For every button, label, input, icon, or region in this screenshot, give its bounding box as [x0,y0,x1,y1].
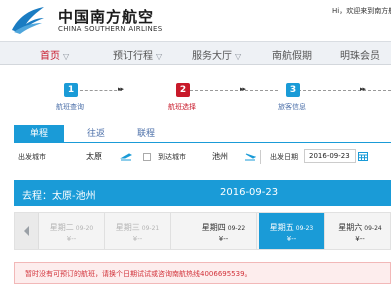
step-3-badge: 3 [286,83,300,97]
booking-progress: ▸▸ ▸▸ ▸▸ 1 航班查询 2 航班选择 3 旅客信息 [0,66,391,120]
to-city-input[interactable]: 池州 [212,151,228,162]
chevron-down-icon: ▽ [235,52,242,61]
nav-item-label: 预订行程 [113,51,153,62]
date-cell-day: 星期二 09-20 [49,223,94,232]
to-city-label: 到达城市 [158,153,186,161]
date-cell-day: 星期五 09-23 [269,223,314,232]
nav-item-label: 服务大厅 [192,51,232,62]
date-cell[interactable]: 星期二 09-20 ¥-- [39,213,105,249]
step-arrows: ▸▸ [118,85,124,93]
swap-checkbox[interactable] [143,153,151,161]
alert-message: 暂时没有可预订的航班，请换个日期试试或咨询南航热线4006695539。 [25,270,252,278]
departure-date-input[interactable]: 2016-09-23 [304,149,356,163]
nav-item-booking[interactable]: 预订行程 ▽ [113,47,162,62]
step-3-label: 旅客信息 [278,103,306,111]
tab-multi-city[interactable]: 联程 [126,125,166,143]
step-arrows: ▸▸ [240,85,246,93]
nav-item-service[interactable]: 服务大厅 ▽ [192,47,241,62]
departure-plane-icon [120,153,132,161]
date-cell[interactable]: 星期三 09-21 ¥-- [105,213,171,249]
site-header: 中国南方航空 CHINA SOUTHERN AIRLINES Hi，欢迎来到南方… [0,0,391,40]
step-1-label: 航班查询 [56,103,84,111]
nav-item-label: 南航假期 [272,51,312,62]
date-cell-day: 星期六 09-24 [338,223,382,232]
date-cell-day: 星期四 09-22 [201,223,246,232]
calendar-icon[interactable] [358,151,368,161]
tab-round-trip[interactable]: 往返 [76,125,116,143]
nav-item-label: 明珠会员 [340,51,380,62]
date-cell-day: 星期三 09-21 [115,223,160,232]
date-cell-selected[interactable]: 星期五 09-23 ¥-- [259,213,325,249]
nav-item-label: 首页 [40,51,60,62]
route-header: 去程：太原-池州 2016-09-23 [14,180,391,206]
step-connector [80,90,122,91]
chevron-left-icon [24,226,29,236]
flight-search-bar: 出发城市 太原 到达城市 池州 出发日期 2016-09-23 [14,146,391,168]
field-divider [260,150,261,164]
route-date: 2016-09-23 [220,187,279,198]
step-1-badge: 1 [64,83,78,97]
step-2-label: 航班选择 [168,103,196,111]
step-arrows: ▸▸ [360,85,366,93]
chevron-down-icon: ▽ [63,52,70,61]
trip-type-tabs: 单程 往返 联程 [14,125,391,143]
tab-one-way[interactable]: 单程 [14,125,64,143]
main-nav: 首页 ▽ 预订行程 ▽ 服务大厅 ▽ 南航假期 明珠会员 [0,41,391,65]
step-connector [298,90,391,91]
date-cell-price: ¥-- [132,235,143,243]
nav-item-home[interactable]: 首页 ▽ [40,47,69,62]
date-cell-price: ¥-- [355,235,365,243]
brand-name-cn: 中国南方航空 [58,8,155,26]
from-city-input[interactable]: 太原 [86,151,102,162]
from-city-label: 出发城市 [18,153,46,161]
prev-dates-button[interactable] [15,213,39,249]
date-selector: 星期二 09-20 ¥-- 星期三 09-21 ¥-- 星期四 09-22 ¥-- 星… [14,212,391,250]
step-connector [190,90,278,91]
date-cell[interactable]: 星期四 09-22 ¥-- [191,213,257,249]
nav-item-members[interactable]: 明珠会员 [340,47,380,62]
date-cell-price: ¥-- [66,235,77,243]
no-flights-alert: 暂时没有可预订的航班，请换个日期试试或咨询南航热线4006695539。 [14,262,391,284]
welcome-text: Hi，欢迎来到南方航 [332,7,391,15]
date-cell-price: ¥-- [286,235,297,243]
date-cell-price: ¥-- [218,235,229,243]
brand-name-en: CHINA SOUTHERN AIRLINES [58,25,163,33]
chevron-down-icon: ▽ [156,52,163,61]
step-2-badge: 2 [176,83,190,97]
nav-item-holidays[interactable]: 南航假期 [272,47,312,62]
route-title: 去程：太原-池州 [22,191,96,202]
arrival-plane-icon [245,153,256,161]
date-cell[interactable]: 星期六 09-24 ¥-- [327,213,391,249]
airline-logo-icon[interactable] [8,4,48,36]
date-label: 出发日期 [270,153,298,161]
